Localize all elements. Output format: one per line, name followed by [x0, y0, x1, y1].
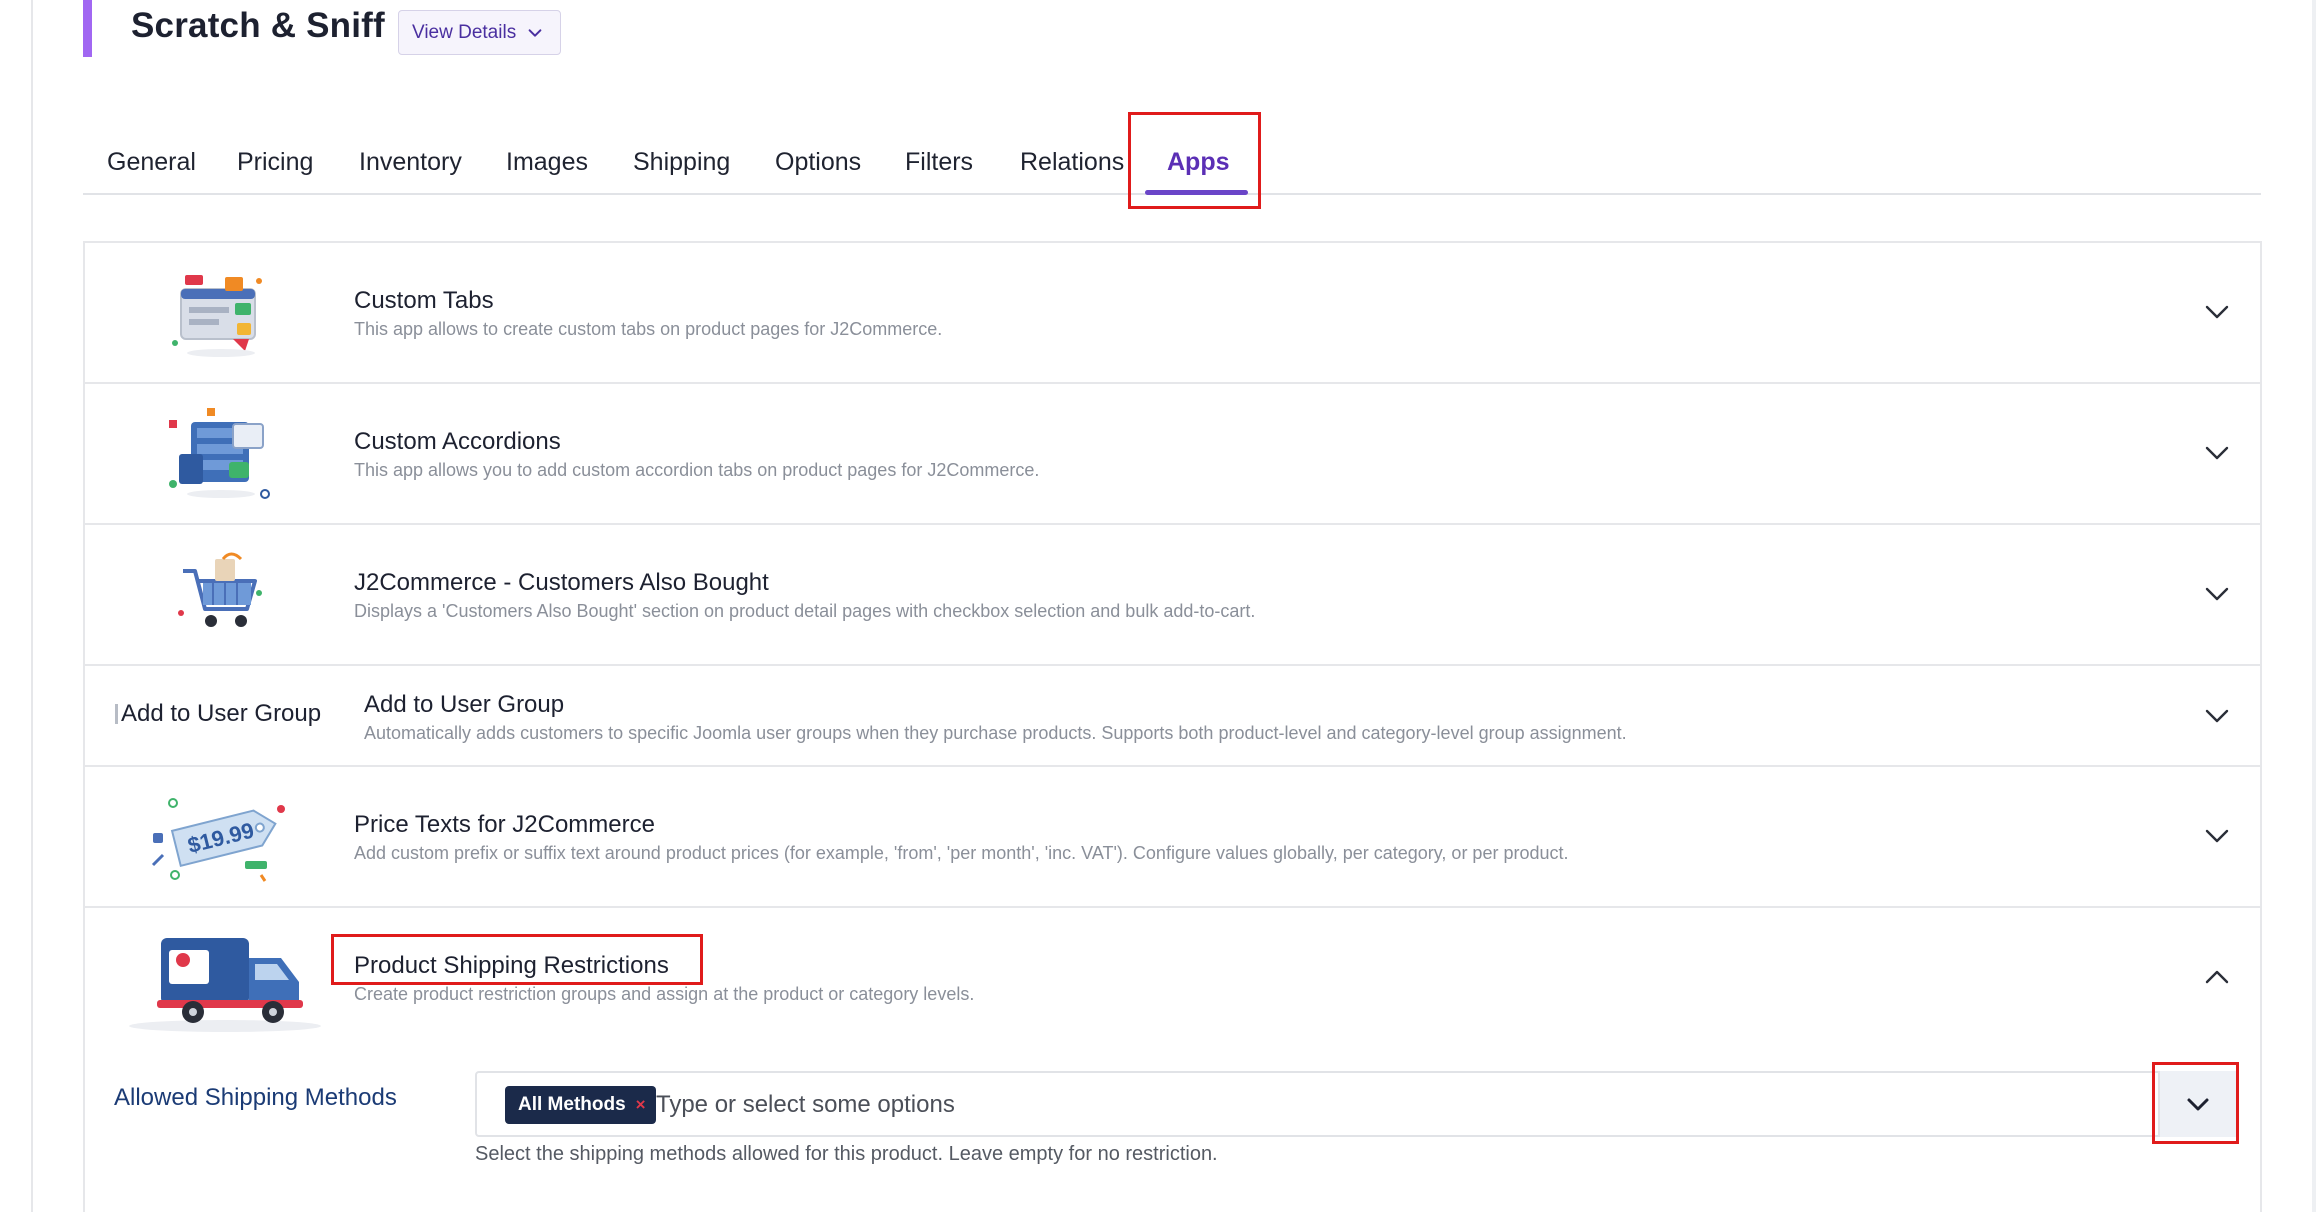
broken-image-icon [115, 704, 118, 724]
app-description: Automatically adds customers to specific… [364, 723, 1627, 743]
chevron-down-icon[interactable] [2204, 581, 2230, 607]
chevron-down-icon[interactable] [2204, 823, 2230, 849]
remove-tag-icon[interactable]: × [636, 1095, 646, 1115]
app-description: This app allows you to add custom accord… [354, 460, 1040, 480]
chevron-down-icon[interactable] [2204, 440, 2230, 466]
tab-inventory[interactable]: Inventory [359, 148, 462, 177]
app-description: This app allows to create custom tabs on… [354, 319, 943, 339]
view-details-label: View Details [412, 21, 517, 43]
header-accent-bar [83, 0, 92, 57]
tab-filters[interactable]: Filters [905, 148, 973, 177]
app-title: Add to User Group [364, 691, 565, 718]
chevron-down-icon [2187, 1098, 2209, 1111]
chevron-down-icon[interactable] [2204, 299, 2230, 325]
dropdown-toggle-button[interactable] [2158, 1071, 2236, 1137]
tab-general[interactable]: General [107, 148, 196, 177]
chevron-up-icon[interactable] [2204, 964, 2230, 990]
shopping-cart-icon [178, 552, 262, 627]
price-tag-icon: $19.99 [151, 798, 285, 882]
scrollbar-track[interactable] [2312, 0, 2316, 1212]
page-title: Scratch & Sniff [131, 6, 385, 45]
tab-pricing[interactable]: Pricing [237, 148, 313, 177]
product-tabs: General Pricing Inventory Images Shippin… [83, 113, 2261, 195]
selected-option-tag: All Methods × [505, 1086, 656, 1124]
field-help-text: Select the shipping methods allowed for … [475, 1143, 1218, 1165]
app-row-customers-also-bought[interactable]: J2Commerce - Customers Also Bought Displ… [85, 525, 2260, 666]
app-title: J2Commerce - Customers Also Bought [354, 569, 769, 596]
tab-shipping[interactable]: Shipping [633, 148, 730, 177]
app-description: Add custom prefix or suffix text around … [354, 843, 1569, 863]
delivery-truck-icon [129, 938, 321, 1032]
app-row-product-shipping-restrictions: Product Shipping Restrictions Create pro… [85, 908, 2260, 1212]
chevron-down-icon [528, 28, 542, 37]
app-title: Product Shipping Restrictions [354, 952, 669, 979]
active-tab-indicator [1145, 190, 1248, 195]
app-row-custom-accordions[interactable]: Custom Accordions This app allows you to… [85, 384, 2260, 525]
app-row-add-to-user-group[interactable]: Add to User Group Add to User Group Auto… [85, 666, 2260, 767]
view-details-button[interactable]: View Details [398, 10, 561, 55]
app-description: Create product restriction groups and as… [354, 984, 975, 1004]
apps-list: Custom Tabs This app allows to create cu… [83, 241, 2262, 1212]
accordion-icon [169, 408, 270, 499]
app-description: Displays a 'Customers Also Bought' secti… [354, 601, 1256, 621]
app-title: Custom Accordions [354, 428, 561, 455]
app-title: Price Texts for J2Commerce [354, 811, 655, 838]
tab-options[interactable]: Options [775, 148, 861, 177]
chevron-down-icon[interactable] [2204, 703, 2230, 729]
tag-label: All Methods [518, 1094, 626, 1115]
app-header-product-shipping-restrictions[interactable]: Product Shipping Restrictions Create pro… [85, 908, 2260, 1048]
shipping-methods-search-input[interactable] [656, 1089, 2056, 1121]
tab-images[interactable]: Images [506, 148, 588, 177]
tab-relations[interactable]: Relations [1020, 148, 1124, 177]
app-row-custom-tabs[interactable]: Custom Tabs This app allows to create cu… [85, 243, 2260, 384]
broken-image: Add to User Group [115, 700, 321, 728]
app-title: Custom Tabs [354, 287, 494, 314]
allowed-shipping-methods-label: Allowed Shipping Methods [114, 1084, 397, 1111]
image-alt-text: Add to User Group [121, 700, 322, 727]
tab-apps[interactable]: Apps [1167, 148, 1230, 177]
custom-tabs-icon [172, 275, 262, 357]
shipping-methods-multiselect[interactable]: All Methods × [475, 1071, 2236, 1137]
app-row-price-texts[interactable]: $19.99 Price Texts for J2Commerce Add cu… [85, 767, 2260, 908]
page-left-edge [0, 0, 33, 1212]
